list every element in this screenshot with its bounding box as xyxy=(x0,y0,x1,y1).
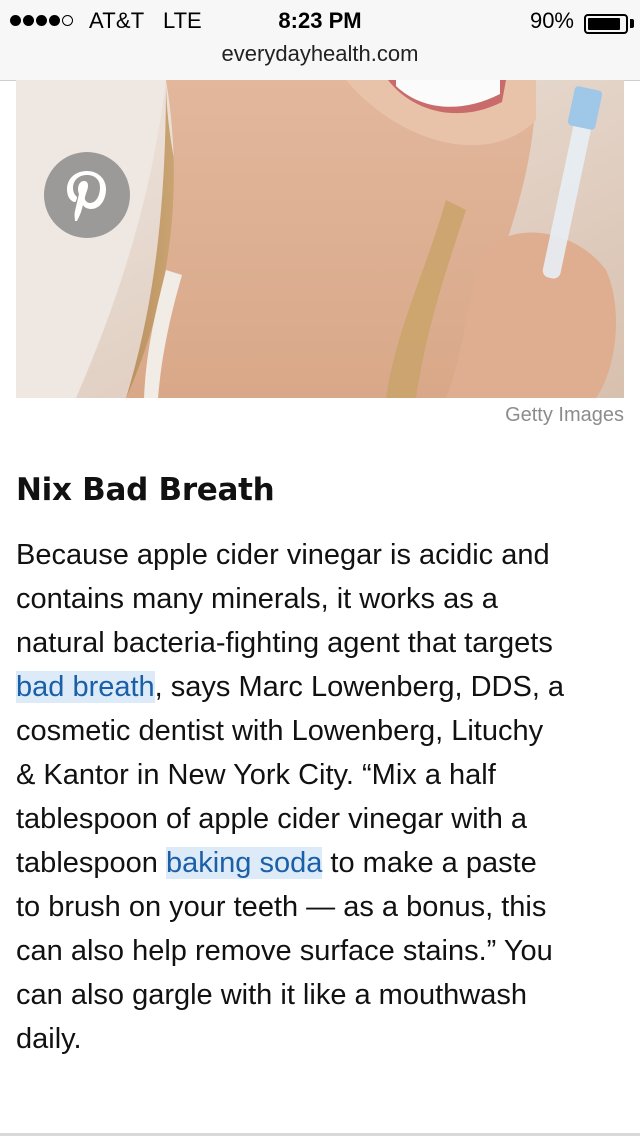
article-text: tablespoon xyxy=(16,847,166,879)
article-heading: Nix Bad Breath xyxy=(16,472,275,508)
article-text: cosmetic dentist with Lowenberg, Lituchy xyxy=(16,715,544,747)
article-text: can also help remove surface stains.” Yo… xyxy=(16,935,553,967)
article-line: tablespoon baking soda to make a paste xyxy=(16,841,624,885)
browser-top-bar: AT&T LTE 8:23 PM 90% everydayhealth.com xyxy=(0,0,640,81)
article-inline-link[interactable]: baking soda xyxy=(165,847,323,879)
battery-percent: 90% xyxy=(529,8,574,33)
article-inline-link[interactable]: bad breath xyxy=(16,671,155,703)
status-bar: AT&T LTE 8:23 PM 90% xyxy=(0,6,640,36)
pinterest-icon xyxy=(67,171,106,221)
article-text: contains many minerals, it works as a xyxy=(16,583,498,615)
article-text: daily. xyxy=(16,1023,82,1055)
article-line: to brush on your teeth — as a bonus, thi… xyxy=(16,885,624,929)
article-hero-image xyxy=(16,80,624,398)
article-text: tablespoon of apple cider vinegar with a xyxy=(16,803,528,835)
article-text: Because apple cider vinegar is acidic an… xyxy=(16,539,550,571)
article-line: contains many minerals, it works as a xyxy=(16,577,624,621)
article-line: daily. xyxy=(16,1017,624,1061)
article-text: natural bacteria-fighting agent that tar… xyxy=(16,627,553,659)
article-text: to make a paste xyxy=(322,847,537,879)
article-line: bad breath, says Marc Lowenberg, DDS, a xyxy=(16,665,624,709)
article-text: & Kantor in New York City. “Mix a half xyxy=(16,759,496,791)
article-text: , says Marc Lowenberg, DDS, a xyxy=(154,671,565,703)
battery-level-fill xyxy=(588,18,621,30)
article-paragraph: Because apple cider vinegar is acidic an… xyxy=(16,533,624,1061)
article-text: can also gargle with it like a mouthwash xyxy=(16,979,527,1011)
pinterest-pin-button[interactable] xyxy=(44,152,130,238)
article-line: can also gargle with it like a mouthwash xyxy=(16,973,624,1017)
article-line: cosmetic dentist with Lowenberg, Lituchy xyxy=(16,709,624,753)
article-line: can also help remove surface stains.” Yo… xyxy=(16,929,624,973)
hero-photo xyxy=(16,80,624,398)
battery-nub xyxy=(630,19,634,28)
article-line: Because apple cider vinegar is acidic an… xyxy=(16,533,624,577)
article-text: to brush on your teeth — as a bonus, thi… xyxy=(16,891,547,923)
url-bar[interactable]: everydayhealth.com xyxy=(0,41,640,67)
article-line: natural bacteria-fighting agent that tar… xyxy=(16,621,624,665)
article-line: & Kantor in New York City. “Mix a half xyxy=(16,753,624,797)
article-line: tablespoon of apple cider vinegar with a xyxy=(16,797,624,841)
image-credit: Getty Images xyxy=(505,404,624,426)
battery-icon xyxy=(584,14,628,34)
